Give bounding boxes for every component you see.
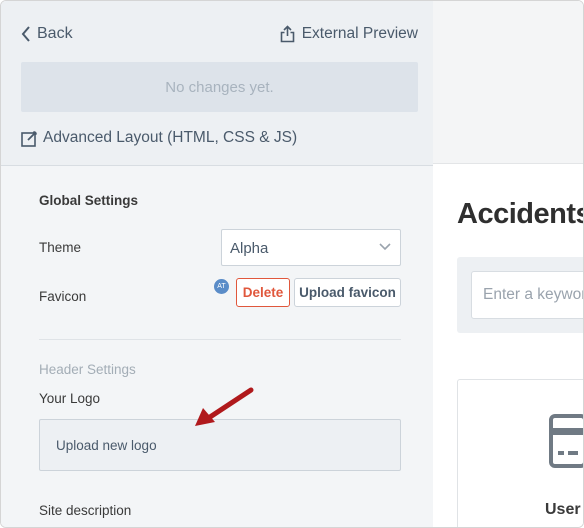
favicon-preview: AT (214, 279, 229, 294)
theme-value: Alpha (230, 240, 269, 257)
theme-label: Theme (39, 240, 82, 255)
upload-favicon-button[interactable]: Upload favicon (294, 278, 401, 307)
back-label: Back (37, 25, 73, 42)
credit-card-icon (549, 414, 583, 468)
preview-header (433, 1, 583, 164)
settings-header: Back External Preview No changes yet. Ad… (1, 1, 433, 166)
logo-label: Your Logo (39, 391, 101, 406)
preview-headline: Accidents (457, 198, 584, 230)
external-preview-label: External Preview (301, 25, 418, 42)
settings-content: Global Settings Theme Alpha Favicon AT D… (1, 166, 433, 527)
chevron-left-icon (21, 26, 30, 42)
chevron-down-icon (379, 243, 391, 251)
favicon-label: Favicon (39, 289, 87, 304)
global-settings-title: Global Settings (39, 193, 139, 208)
preview-search-input[interactable]: Enter a keyword (471, 271, 583, 319)
upload-logo-label: Upload new logo (56, 438, 157, 453)
preview-card[interactable]: User A (457, 379, 583, 527)
site-preview: Accidents Enter a keyword User A (433, 1, 584, 527)
changes-status: No changes yet. (21, 62, 418, 112)
share-icon (280, 25, 295, 43)
external-preview-button[interactable]: External Preview (280, 25, 418, 43)
site-description-label: Site description (39, 503, 132, 518)
theme-select[interactable]: Alpha (221, 229, 401, 266)
header-settings-title: Header Settings (39, 362, 136, 377)
advanced-layout-label: Advanced Layout (HTML, CSS & JS) (43, 129, 298, 146)
edit-icon (21, 130, 38, 147)
advanced-layout-link[interactable]: Advanced Layout (HTML, CSS & JS) (21, 129, 297, 147)
section-divider (39, 339, 401, 340)
back-button[interactable]: Back (21, 25, 73, 43)
delete-favicon-button[interactable]: Delete (236, 278, 290, 307)
preview-card-title: User A (545, 501, 583, 518)
preview-search-area: Enter a keyword (457, 257, 583, 333)
settings-panel: Back External Preview No changes yet. Ad… (1, 1, 433, 527)
annotation-arrow (195, 387, 254, 426)
window-frame: Back External Preview No changes yet. Ad… (0, 0, 584, 528)
